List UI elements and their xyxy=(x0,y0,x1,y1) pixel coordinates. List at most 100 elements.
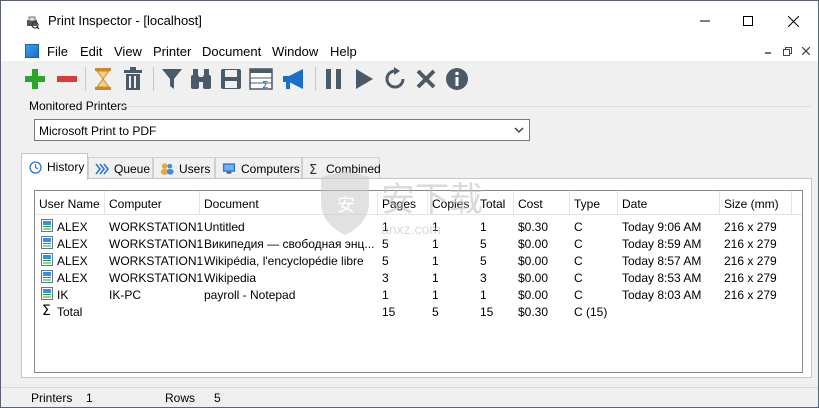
minimize-icon xyxy=(765,52,771,54)
cell-type: C xyxy=(574,254,583,268)
toolbar-separator xyxy=(85,67,86,91)
cell-size: 216 x 279 xyxy=(724,237,777,251)
filter-button[interactable] xyxy=(158,65,186,93)
printer-app-icon xyxy=(25,15,40,30)
menu-file[interactable]: File xyxy=(47,44,68,59)
cell-type: C xyxy=(574,237,583,251)
cell-computer: WORKSTATION1 xyxy=(109,237,204,251)
cell-document: Wikipedia xyxy=(204,271,257,285)
announce-button[interactable] xyxy=(280,65,308,93)
remove-printer-button[interactable] xyxy=(53,65,81,93)
find-button[interactable] xyxy=(187,65,215,93)
table-row[interactable]: IK IK-PC payroll - Notepad 1 1 1 $0.00 C Today 8… xyxy=(35,286,802,303)
menu-document[interactable]: Document xyxy=(202,44,261,59)
column-header-date[interactable]: Date xyxy=(618,191,720,215)
mdi-restore-button[interactable] xyxy=(779,44,795,58)
watermark-text: anxz.com xyxy=(381,221,441,237)
watermark: 安 安下载 anxz.com xyxy=(311,169,531,249)
document-icon xyxy=(41,219,53,232)
cell-user: ALEX xyxy=(57,237,88,251)
svg-text:Σ: Σ xyxy=(262,80,268,90)
cell-size: 216 x 279 xyxy=(724,271,777,285)
mdi-document-icon[interactable] xyxy=(25,44,39,58)
close-window-button[interactable] xyxy=(770,1,816,41)
printer-select-value: Microsoft Print to PDF xyxy=(39,124,157,138)
pause-icon xyxy=(326,69,341,89)
add-printer-button[interactable] xyxy=(21,65,49,93)
binoculars-icon xyxy=(191,69,211,89)
cell-copies: 1 xyxy=(432,271,439,285)
cell-type: C xyxy=(574,288,583,302)
status-bar: Printers 1 Rows 5 xyxy=(1,387,818,407)
svg-text:安: 安 xyxy=(337,195,355,216)
column-header-user[interactable]: User Name xyxy=(35,191,105,215)
mdi-minimize-button[interactable] xyxy=(760,44,776,58)
table-row[interactable]: ALEX WORKSTATION1 Wikipedia 3 1 3 $0.00 C Today … xyxy=(35,269,802,286)
info-button[interactable] xyxy=(443,65,471,93)
menu-edit[interactable]: Edit xyxy=(80,44,102,59)
table-total-row: Σ Total 15 5 15 $0.30 C (15) xyxy=(35,303,802,320)
monitored-printers-label: Monitored Printers xyxy=(29,99,128,113)
table-row[interactable]: ALEX WORKSTATION1 Wikipédia, l'encyclopédi… xyxy=(35,252,802,269)
maximize-icon xyxy=(743,16,753,26)
cell-date: Today 8:03 AM xyxy=(622,288,702,302)
cell-computer: WORKSTATION1 xyxy=(109,254,204,268)
delete-button[interactable] xyxy=(119,65,147,93)
toolbar-separator xyxy=(153,67,154,91)
mdi-close-button[interactable] xyxy=(798,44,814,58)
columns-sum-button[interactable]: Σ xyxy=(247,65,275,93)
tab-computers[interactable]: Computers xyxy=(215,157,302,179)
status-printers-value: 1 xyxy=(86,391,93,405)
total-type: C (15) xyxy=(574,305,608,319)
megaphone-icon xyxy=(283,69,303,89)
column-header-type[interactable]: Type xyxy=(570,191,618,215)
shield-watermark-icon: 安 安下载 xyxy=(321,171,483,235)
pause-button[interactable] xyxy=(320,65,348,93)
menu-window[interactable]: Window xyxy=(272,44,318,59)
status-rows-value: 5 xyxy=(214,391,221,405)
total-total: 15 xyxy=(480,305,494,319)
total-copies: 5 xyxy=(432,305,439,319)
cell-cost: $0.00 xyxy=(518,271,549,285)
save-button[interactable] xyxy=(217,65,245,93)
cell-date: Today 8:59 AM xyxy=(622,237,702,251)
app-window: Print Inspector - [localhost] File Edit … xyxy=(0,0,819,408)
info-icon xyxy=(446,68,468,90)
cell-pages: 3 xyxy=(382,271,389,285)
menu-view[interactable]: View xyxy=(114,44,142,59)
cell-type: C xyxy=(574,220,583,234)
maximize-button[interactable] xyxy=(725,1,771,41)
tab-queue[interactable]: Queue xyxy=(88,157,153,179)
tab-users-label: Users xyxy=(179,161,211,176)
menu-help[interactable]: Help xyxy=(330,44,357,59)
tab-computers-label: Computers xyxy=(241,161,300,176)
tab-users[interactable]: Users xyxy=(153,157,215,179)
document-icon xyxy=(41,236,53,249)
minimize-icon xyxy=(700,20,710,22)
hourglass-button[interactable] xyxy=(89,65,117,93)
cell-total: 3 xyxy=(480,271,487,285)
column-header-computer[interactable]: Computer xyxy=(105,191,200,215)
cell-user: ALEX xyxy=(57,220,88,234)
cancel-job-button[interactable] xyxy=(412,65,440,93)
document-icon xyxy=(41,270,53,283)
chevron-down-icon xyxy=(514,127,524,133)
tab-queue-label: Queue xyxy=(114,161,151,176)
cell-user: IK xyxy=(57,288,69,302)
tab-history-label: History xyxy=(47,160,85,174)
cell-pages: 1 xyxy=(382,288,389,302)
menu-printer[interactable]: Printer xyxy=(153,44,191,59)
resume-button[interactable] xyxy=(350,65,378,93)
cell-copies: 1 xyxy=(432,288,439,302)
minimize-button[interactable] xyxy=(682,1,728,41)
printer-select[interactable]: Microsoft Print to PDF xyxy=(34,119,530,141)
column-header-size[interactable]: Size (mm) xyxy=(720,191,792,215)
cell-size: 216 x 279 xyxy=(724,254,777,268)
group-divider xyxy=(119,106,811,107)
tab-history[interactable]: History xyxy=(21,153,88,180)
trash-icon xyxy=(124,67,142,90)
restart-button[interactable] xyxy=(381,65,409,93)
cell-total: 5 xyxy=(480,254,487,268)
close-icon xyxy=(787,15,799,27)
window-title: Print Inspector - [localhost] xyxy=(48,13,202,28)
